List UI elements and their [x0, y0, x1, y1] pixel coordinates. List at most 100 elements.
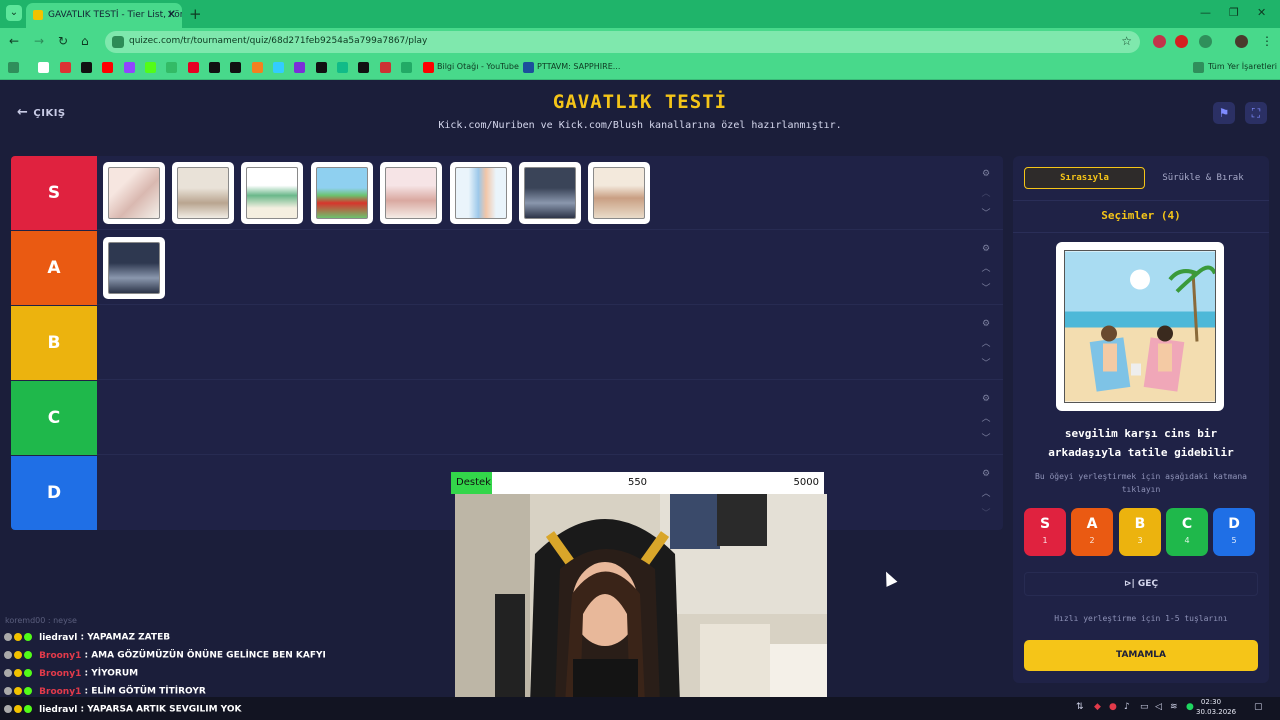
- mode-sequential-button[interactable]: Sırasıyla: [1024, 167, 1145, 189]
- bookmark-icon[interactable]: [273, 62, 284, 73]
- youtube-icon[interactable]: [423, 62, 434, 73]
- spotify-icon[interactable]: ●: [1186, 702, 1194, 712]
- gear-icon[interactable]: ⚙: [979, 164, 993, 184]
- back-icon[interactable]: ←: [9, 34, 19, 48]
- tier-item[interactable]: [588, 162, 650, 224]
- chevron-up-icon[interactable]: ︿: [979, 184, 993, 204]
- record-icon[interactable]: ●: [1109, 702, 1117, 712]
- bookmark-star-icon[interactable]: ☆: [1121, 34, 1132, 48]
- notifications-icon[interactable]: ▢: [1254, 702, 1263, 712]
- chevron-down-icon[interactable]: ﹀: [979, 504, 993, 524]
- browser-menu-icon[interactable]: ⋮: [1261, 34, 1273, 48]
- pinterest-icon[interactable]: [188, 62, 199, 73]
- address-bar[interactable]: quizec.com/tr/tournament/quiz/68d271feb9…: [105, 31, 1140, 53]
- chevron-up-icon[interactable]: ︿: [979, 484, 993, 504]
- volume-icon[interactable]: ◁: [1155, 702, 1162, 712]
- tier-row-b[interactable]: B ⚙ ︿ ﹀: [11, 306, 1003, 380]
- place-tier-d-button[interactable]: D 5: [1213, 508, 1255, 556]
- gear-icon[interactable]: ⚙: [979, 464, 993, 484]
- antivirus-icon[interactable]: ◆: [1094, 702, 1101, 712]
- browser-tab-active[interactable]: GAVATLIK TESTİ - Tier List, Kör ✕: [26, 3, 182, 28]
- youtube-icon[interactable]: [102, 62, 113, 73]
- chat-message: Broony1 : YİYORUM: [4, 668, 138, 682]
- chevron-down-icon[interactable]: ﹀: [979, 204, 993, 224]
- bookmark-icon[interactable]: [380, 62, 391, 73]
- bookmark-icon[interactable]: [401, 62, 412, 73]
- extension-icon[interactable]: [1175, 35, 1188, 48]
- bookmark-icon[interactable]: [337, 62, 348, 73]
- minimize-icon[interactable]: —: [1200, 6, 1211, 19]
- bookmark-icon[interactable]: [209, 62, 220, 73]
- apps-grid-icon[interactable]: [8, 62, 19, 73]
- extension-icon[interactable]: [1153, 35, 1166, 48]
- place-tier-c-button[interactable]: C 4: [1166, 508, 1208, 556]
- extensions-puzzle-icon[interactable]: [1199, 35, 1212, 48]
- site-info-icon[interactable]: [112, 36, 124, 48]
- skip-button[interactable]: ⊳| GEÇ: [1024, 572, 1258, 596]
- gear-icon[interactable]: ⚙: [979, 239, 993, 259]
- tier-item[interactable]: [103, 162, 165, 224]
- tier-button-label: S: [1039, 516, 1051, 532]
- tab-close-icon[interactable]: ✕: [167, 8, 176, 21]
- tier-item[interactable]: [450, 162, 512, 224]
- bookmark-pttavm[interactable]: PTTAVM: SAPPHIRE...: [537, 62, 620, 71]
- complete-button[interactable]: TAMAMLA: [1024, 640, 1258, 671]
- place-tier-a-button[interactable]: A 2: [1071, 508, 1113, 556]
- bookmark-icon[interactable]: [166, 62, 177, 73]
- taskbar-clock[interactable]: 02:30 30.03.2026: [1196, 697, 1236, 717]
- folder-icon[interactable]: [1193, 62, 1204, 73]
- report-flag-icon[interactable]: ⚑: [1213, 102, 1235, 124]
- chevron-up-icon[interactable]: ︿: [979, 259, 993, 279]
- tier-row-c[interactable]: C ⚙ ︿ ﹀: [11, 381, 1003, 455]
- twitch-icon[interactable]: [124, 62, 135, 73]
- skip-label: GEÇ: [1137, 579, 1159, 589]
- tier-row-s[interactable]: S ⚙ ︿ ﹀: [11, 156, 1003, 230]
- chevron-up-icon[interactable]: ︿: [979, 334, 993, 354]
- home-icon[interactable]: ⌂: [81, 34, 89, 48]
- bookmark-icon[interactable]: [230, 62, 241, 73]
- bookmark-icon[interactable]: [358, 62, 369, 73]
- display-icon[interactable]: ▭: [1140, 702, 1149, 712]
- reload-icon[interactable]: ↻: [58, 34, 68, 48]
- tier-item[interactable]: [380, 162, 442, 224]
- new-tab-button[interactable]: +: [189, 5, 202, 23]
- bookmark-icon[interactable]: [294, 62, 305, 73]
- place-tier-s-button[interactable]: S 1: [1024, 508, 1066, 556]
- chat-badges-icon: [4, 650, 34, 660]
- gear-icon[interactable]: ⚙: [979, 389, 993, 409]
- chevron-down-icon[interactable]: ﹀: [979, 279, 993, 299]
- forward-icon[interactable]: →: [34, 34, 44, 48]
- mic-icon[interactable]: ♪: [1124, 702, 1130, 712]
- network-icon[interactable]: ⇅: [1076, 702, 1084, 712]
- gmail-icon[interactable]: [60, 62, 71, 73]
- x-icon[interactable]: [81, 62, 92, 73]
- bookmark-bilgi-otagi[interactable]: Bilgi Otağı - YouTube: [437, 62, 519, 71]
- profile-avatar[interactable]: [1235, 35, 1248, 48]
- kick-icon[interactable]: [145, 62, 156, 73]
- tier-item[interactable]: [241, 162, 303, 224]
- chat-faded-message: koremd00 : neyse: [5, 616, 77, 625]
- chat-username: Broony1: [39, 668, 82, 679]
- google-icon[interactable]: [38, 62, 49, 73]
- bookmark-icon[interactable]: [252, 62, 263, 73]
- tier-label: C: [11, 381, 97, 455]
- chevron-down-icon[interactable]: ﹀: [979, 429, 993, 449]
- chevron-up-icon[interactable]: ︿: [979, 409, 993, 429]
- chevron-down-icon[interactable]: ﹀: [979, 354, 993, 374]
- tier-item[interactable]: [172, 162, 234, 224]
- bookmark-icon[interactable]: [316, 62, 327, 73]
- tier-item[interactable]: [311, 162, 373, 224]
- tier-row-a[interactable]: A ⚙ ︿ ﹀: [11, 231, 1003, 305]
- pttavm-icon[interactable]: [523, 62, 534, 73]
- fullscreen-icon[interactable]: ⛶: [1245, 102, 1267, 124]
- all-bookmarks-link[interactable]: Tüm Yer İşaretleri: [1208, 62, 1277, 71]
- tier-item[interactable]: [519, 162, 581, 224]
- window-close-icon[interactable]: ✕: [1257, 6, 1266, 19]
- place-tier-b-button[interactable]: B 3: [1119, 508, 1161, 556]
- mode-drag-drop-button[interactable]: Sürükle & Bırak: [1148, 167, 1258, 189]
- tier-item[interactable]: [103, 237, 165, 299]
- restore-icon[interactable]: ❐: [1229, 6, 1239, 19]
- tab-search-icon[interactable]: ⌄: [6, 5, 22, 21]
- gear-icon[interactable]: ⚙: [979, 314, 993, 334]
- wifi-icon[interactable]: ≋: [1170, 702, 1178, 712]
